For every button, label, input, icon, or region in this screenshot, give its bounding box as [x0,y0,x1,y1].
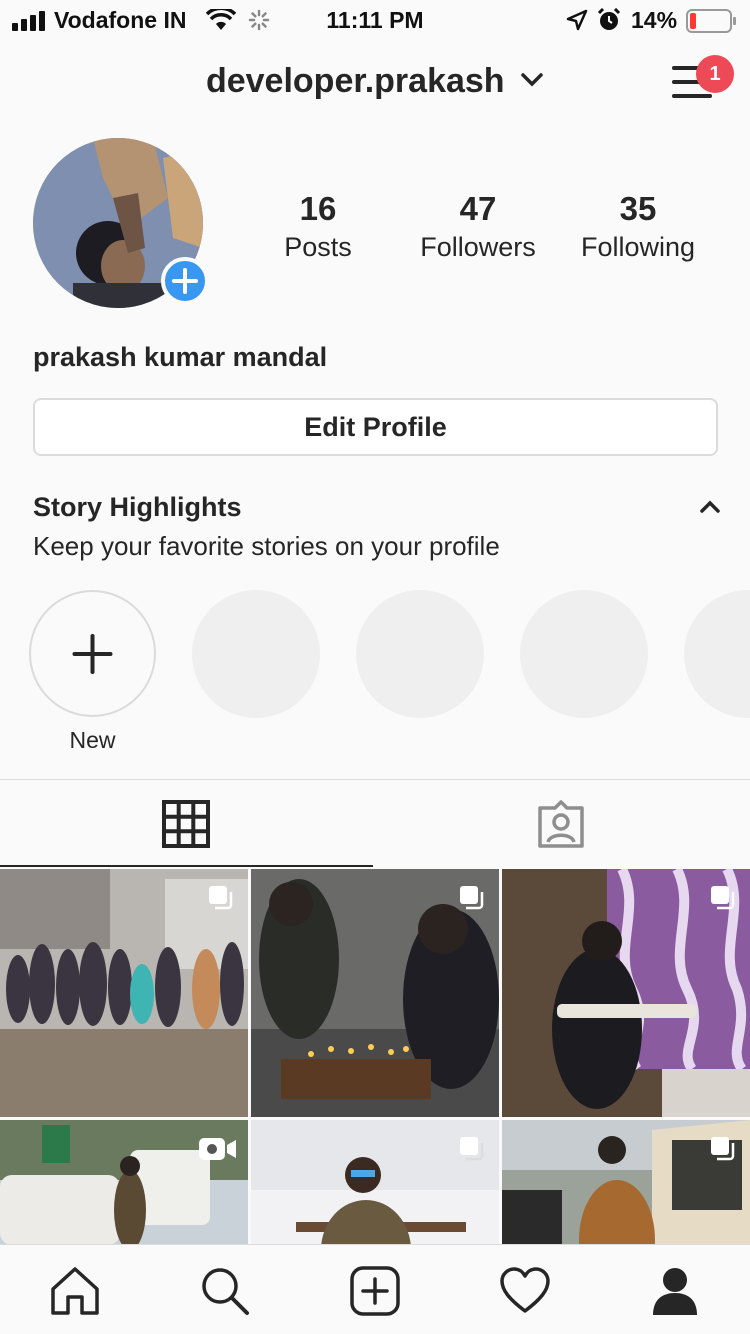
add-story-button[interactable] [161,257,209,305]
nav-search[interactable] [199,1265,251,1317]
highlight-placeholder [520,590,648,718]
nav-activity[interactable] [499,1265,551,1317]
post-thumbnail[interactable] [0,869,248,1117]
following-label: Following [580,232,696,262]
chevron-down-icon [521,73,543,87]
post-thumbnail[interactable] [251,1120,499,1244]
battery-icon [686,9,736,33]
grid-icon [162,800,210,848]
post-thumbnail[interactable] [0,1120,248,1244]
status-bar: Vodafone IN 11:11 PM 14% [0,0,750,40]
nav-home[interactable] [49,1265,101,1317]
profile-icon [653,1268,697,1315]
highlight-placeholder [356,590,484,718]
followers-stat[interactable]: 47 Followers [403,190,553,263]
multiple-photos-icon [460,886,484,910]
location-arrow-icon [566,9,588,31]
new-highlight-label: New [69,727,116,753]
posts-grid [0,869,750,1244]
heart-icon [500,1267,550,1313]
nav-new-post[interactable] [349,1265,401,1317]
posts-stat[interactable]: 16 Posts [243,190,393,263]
profile-username-switcher[interactable]: developer.prakash [0,62,750,101]
story-highlights-title: Story Highlights [33,492,242,522]
tab-tagged[interactable] [375,780,750,865]
nav-profile[interactable] [649,1265,701,1317]
tagged-icon [538,800,584,848]
post-thumbnail[interactable] [502,869,750,1117]
username: developer.prakash [205,62,505,100]
highlight-placeholder [684,590,750,718]
collapse-highlights-button[interactable] [698,497,722,520]
multiple-photos-icon [209,886,233,910]
posts-label: Posts [284,232,352,262]
plus-icon [72,634,113,674]
following-count: 35 [619,190,657,227]
multiple-photos-icon [711,886,735,910]
new-highlight-button[interactable] [29,590,156,717]
followers-count: 47 [459,190,497,227]
alarm-icon [597,8,621,30]
multiple-photos-icon [711,1137,735,1161]
post-thumbnail[interactable] [502,1120,750,1244]
tab-grid[interactable] [0,780,373,865]
highlight-placeholder [192,590,320,718]
add-post-icon [350,1266,400,1316]
bottom-nav [0,1244,750,1334]
posts-count: 16 [299,190,337,227]
search-icon [202,1268,249,1315]
story-highlights-subtitle: Keep your favorite stories on your profi… [33,531,500,561]
full-name: prakash kumar mandal [33,342,328,372]
following-stat[interactable]: 35 Following [563,190,713,263]
active-tab-indicator [0,865,373,867]
battery-percent: 14% [631,7,678,33]
home-icon [51,1267,99,1315]
plus-icon [172,268,198,294]
post-thumbnail[interactable] [251,869,499,1117]
chevron-up-icon [700,500,720,513]
notification-badge: 1 [696,55,734,93]
multiple-photos-icon [460,1137,484,1161]
video-camera-icon [199,1138,236,1160]
edit-profile-button[interactable]: Edit Profile [33,398,718,456]
followers-label: Followers [420,232,536,262]
